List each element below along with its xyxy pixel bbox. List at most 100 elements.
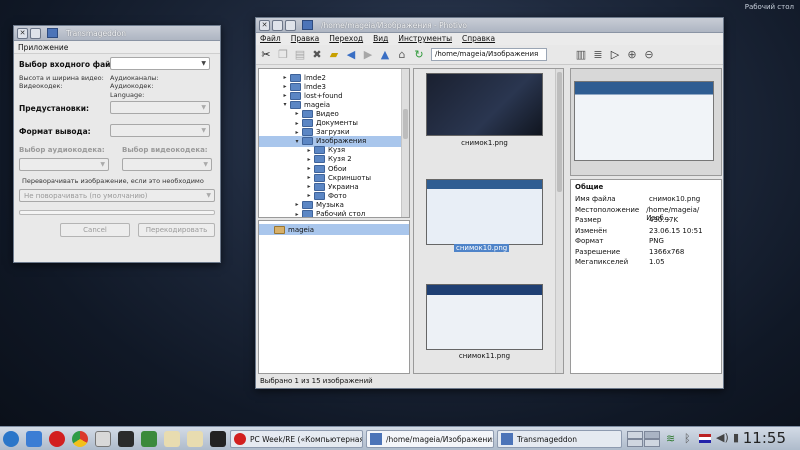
close-icon[interactable]: ✕ xyxy=(259,19,270,31)
preview-image xyxy=(574,81,714,161)
terminal-icon[interactable] xyxy=(210,431,226,447)
expanded-arrow-icon[interactable]: ▾ xyxy=(293,138,301,145)
task-label: Transmageddon xyxy=(517,434,577,444)
up-icon[interactable]: ▲ xyxy=(378,48,392,62)
transmageddon-icon[interactable] xyxy=(141,431,157,447)
close-icon[interactable]: ✕ xyxy=(17,27,28,39)
collapsed-arrow-icon[interactable]: ▸ xyxy=(281,83,289,90)
presets-select[interactable] xyxy=(110,101,210,114)
paste-icon[interactable]: ▤ xyxy=(293,48,307,62)
bookmark-item[interactable]: mageia xyxy=(259,224,409,235)
clock: 11:55 xyxy=(742,429,786,447)
menu-edit[interactable]: Правка xyxy=(291,34,320,44)
thumbnail-grid: снимок1.png снимок10.png снимок11.png xyxy=(413,68,564,374)
mail-icon[interactable] xyxy=(26,431,42,447)
new-folder-icon[interactable]: ▰ xyxy=(327,48,341,62)
menu-view[interactable]: Вид xyxy=(373,34,388,44)
network-icon[interactable]: ≋ xyxy=(666,432,675,445)
photivo-titlebar[interactable]: ✕ /home/mageia/Изображения - Photivo xyxy=(256,18,723,33)
zoom-out-icon[interactable]: ⊖ xyxy=(642,48,656,62)
flag-icon[interactable] xyxy=(699,434,711,443)
app-menu-icon[interactable] xyxy=(3,431,19,447)
tree-item[interactable]: ▸ Рабочий стол xyxy=(259,209,401,218)
collapsed-arrow-icon[interactable]: ▸ xyxy=(305,183,313,190)
tree-scroll-thumb[interactable] xyxy=(403,109,408,139)
collapsed-arrow-icon[interactable]: ▸ xyxy=(305,174,313,181)
window-menu-icon[interactable] xyxy=(30,27,41,39)
collapsed-arrow-icon[interactable]: ▸ xyxy=(281,92,289,99)
expanded-arrow-icon[interactable]: ▾ xyxy=(281,101,289,108)
rotate-select[interactable]: Не поворачивать (по умолчанию) xyxy=(19,189,215,202)
notes-icon[interactable] xyxy=(164,431,180,447)
progress-bar xyxy=(19,210,215,215)
transcode-button[interactable]: Перекодировать xyxy=(138,223,215,237)
menu-go[interactable]: Переход xyxy=(329,34,363,44)
home-icon[interactable]: ⌂ xyxy=(395,48,409,62)
task-browser[interactable]: PC Week/RE («Компьютерная н… xyxy=(230,430,363,448)
folder-tree[interactable]: ▸ lmde2 ▸ lmde3 ▸ lost+found ▾ mageia ▸ Видео ▸ Док… xyxy=(258,68,410,218)
info-row: Размер 430.97K xyxy=(575,216,678,224)
collapsed-arrow-icon[interactable]: ▸ xyxy=(281,74,289,81)
collapsed-arrow-icon[interactable]: ▸ xyxy=(305,192,313,199)
opera-icon[interactable] xyxy=(49,431,65,447)
zoom-in-icon[interactable]: ⊕ xyxy=(625,48,639,62)
menu-help[interactable]: Справка xyxy=(462,34,495,44)
path-input[interactable]: /home/mageia/Изображения xyxy=(431,48,547,61)
collapsed-arrow-icon[interactable]: ▸ xyxy=(305,165,313,172)
window-menu-icon[interactable] xyxy=(272,19,283,31)
menu-tools[interactable]: Инструменты xyxy=(398,34,452,44)
notes2-icon[interactable] xyxy=(187,431,203,447)
tree-scrollbar[interactable] xyxy=(401,69,409,217)
task-transmageddon[interactable]: Transmageddon xyxy=(497,430,622,448)
menu-application[interactable]: Приложение xyxy=(14,41,220,54)
collapsed-arrow-icon[interactable]: ▸ xyxy=(293,120,301,127)
volume-icon[interactable]: ◀) xyxy=(716,431,729,444)
thumbnail-11[interactable] xyxy=(426,284,543,350)
list-view-icon[interactable]: ≣ xyxy=(591,48,605,62)
delete-icon[interactable]: ✖ xyxy=(310,48,324,62)
thumbnail-10[interactable] xyxy=(426,179,543,245)
desktop-pager-1[interactable] xyxy=(627,431,643,439)
cut-icon[interactable]: ✂ xyxy=(259,48,273,62)
grid-scroll-thumb[interactable] xyxy=(557,72,562,192)
copy-icon[interactable]: ❐ xyxy=(276,48,290,62)
app-icon xyxy=(501,433,513,445)
input-file-select[interactable] xyxy=(110,57,210,70)
editor-icon[interactable] xyxy=(95,431,111,447)
app-icon xyxy=(47,28,58,38)
transmageddon-titlebar[interactable]: ✕ Transmageddon xyxy=(14,26,220,41)
desktop-label: Рабочий стол xyxy=(744,3,794,11)
audio-codec-select[interactable] xyxy=(19,158,109,171)
keep-above-icon[interactable] xyxy=(285,19,296,31)
refresh-icon[interactable]: ↻ xyxy=(412,48,426,62)
collapsed-arrow-icon[interactable]: ▸ xyxy=(293,211,301,218)
info-row: Мегапикселей 1.05 xyxy=(575,258,665,266)
collapsed-arrow-icon[interactable]: ▸ xyxy=(305,147,313,154)
output-format-label: Формат вывода: xyxy=(19,127,91,136)
collapsed-arrow-icon[interactable]: ▸ xyxy=(305,156,313,163)
task-photivo[interactable]: /home/mageia/Изображения - Ph… xyxy=(366,430,494,448)
thumbnail-1[interactable] xyxy=(426,73,543,136)
desktop-pager-3[interactable] xyxy=(627,439,643,447)
back-icon[interactable]: ◀ xyxy=(344,48,358,62)
battery-icon[interactable]: ▮ xyxy=(733,431,739,444)
desktop-pager-4[interactable] xyxy=(644,439,660,447)
collapsed-arrow-icon[interactable]: ▸ xyxy=(293,110,301,117)
layout-icon[interactable]: ▥ xyxy=(574,48,588,62)
thumbnail-10-label: снимок10.png xyxy=(454,244,510,252)
collapsed-arrow-icon[interactable]: ▸ xyxy=(293,201,301,208)
window-title: /home/mageia/Изображения - Photivo xyxy=(321,20,468,30)
media-player-icon[interactable] xyxy=(118,431,134,447)
desktop-pager-2[interactable] xyxy=(644,431,660,439)
video-codec-select[interactable] xyxy=(122,158,212,171)
forward-icon[interactable]: ▶ xyxy=(361,48,375,62)
cancel-button[interactable]: Cancel xyxy=(60,223,130,237)
bluetooth-icon[interactable]: ᛒ xyxy=(684,432,691,445)
menu-file[interactable]: Файл xyxy=(260,34,281,44)
info-key: Изменён xyxy=(575,226,608,235)
collapsed-arrow-icon[interactable]: ▸ xyxy=(293,129,301,136)
grid-scrollbar[interactable] xyxy=(555,69,563,373)
slideshow-icon[interactable]: ▷ xyxy=(608,48,622,62)
chrome-icon[interactable] xyxy=(72,431,88,447)
output-format-select[interactable] xyxy=(110,124,210,137)
